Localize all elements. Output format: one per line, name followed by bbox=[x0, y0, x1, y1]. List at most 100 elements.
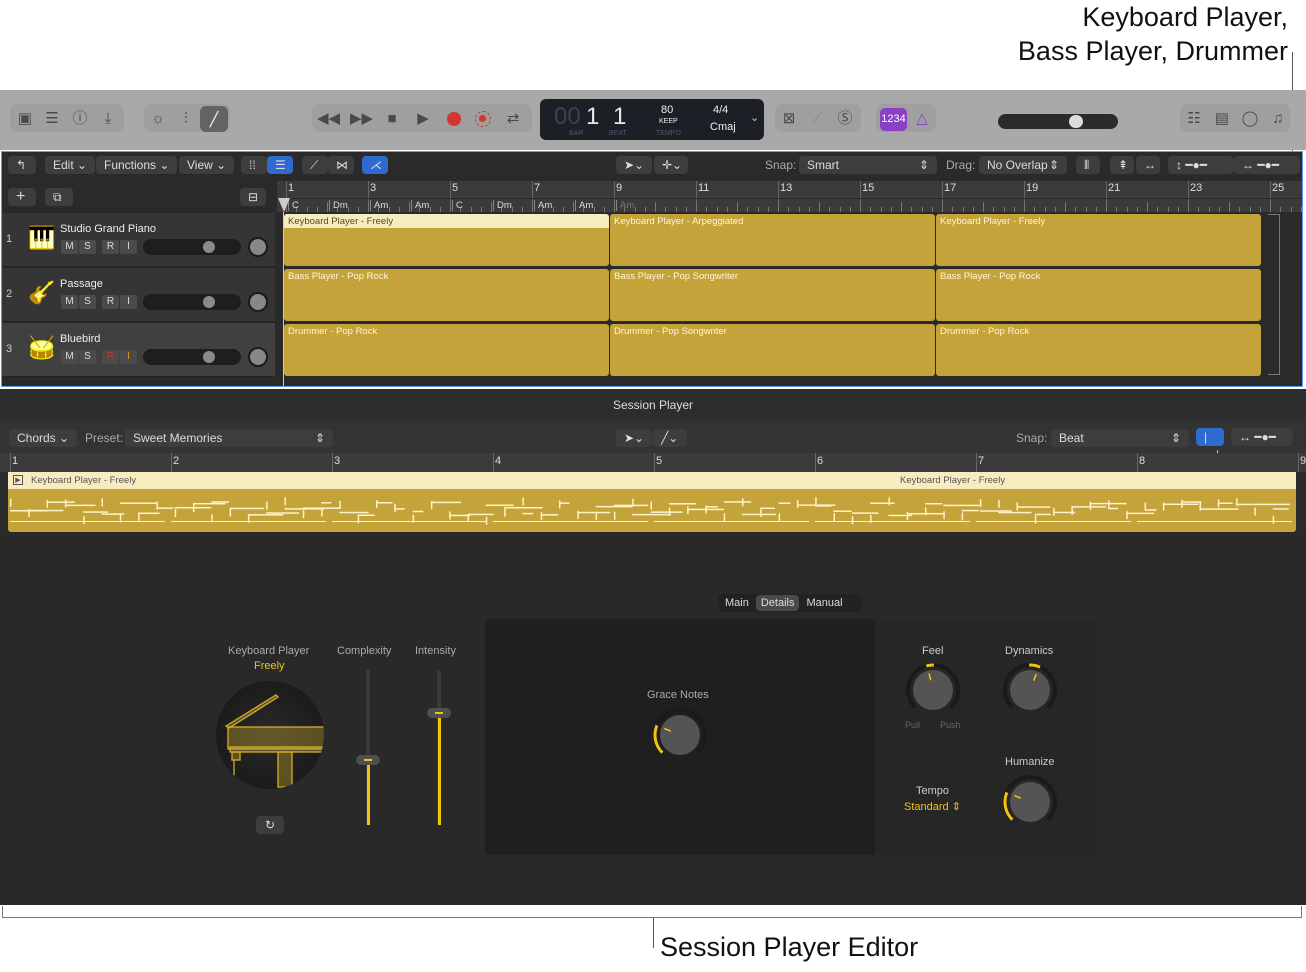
record-icon[interactable] bbox=[447, 112, 461, 126]
solo-button[interactable]: S bbox=[79, 350, 96, 364]
chord-label[interactable]: Am bbox=[616, 200, 634, 211]
count-in-button[interactable]: 1234 bbox=[880, 108, 907, 131]
track-header[interactable]: 3 🥁 Bluebird M S R I bbox=[2, 323, 275, 377]
player-style[interactable]: Freely bbox=[254, 660, 285, 672]
view-menu[interactable]: View ⌄ bbox=[179, 156, 235, 174]
lcd-chevron-down-icon[interactable]: ⌄ bbox=[750, 111, 759, 124]
tempo-select[interactable]: Standard ⇕ bbox=[904, 800, 961, 813]
chord-label[interactable]: Am bbox=[370, 200, 388, 211]
drag-select[interactable]: No Overlap ⇕ bbox=[979, 156, 1067, 174]
track-header[interactable]: 1 🎹 Studio Grand Piano M S R I bbox=[2, 213, 275, 267]
tab-main[interactable]: Main bbox=[720, 595, 754, 611]
region[interactable]: Drummer - Pop Rock bbox=[936, 324, 1261, 376]
mixer-icon[interactable]: ⫶ bbox=[176, 109, 196, 129]
browser-icon[interactable]: ♫ bbox=[1268, 109, 1288, 129]
edit-menu[interactable]: Edit ⌄ bbox=[45, 156, 96, 174]
solo-icon[interactable]: Ⓢ bbox=[835, 109, 855, 129]
mute-button[interactable]: M bbox=[61, 350, 78, 364]
pan-knob[interactable] bbox=[248, 347, 268, 367]
region[interactable]: Bass Player - Pop Rock bbox=[284, 269, 609, 321]
lcd-display[interactable]: 00 1 1 BAR BEAT 80 KEEP TEMPO 4/4 Cmaj ⌄ bbox=[540, 99, 764, 140]
refresh-icon[interactable]: ↻ bbox=[256, 816, 284, 834]
master-volume-slider[interactable] bbox=[998, 114, 1118, 129]
duplicate-track-icon[interactable]: ⧉ bbox=[45, 188, 73, 206]
editor-pencil-tool-icon[interactable]: ╱⌄ bbox=[653, 429, 687, 447]
complexity-slider[interactable] bbox=[354, 670, 382, 828]
editors-pencil-icon[interactable]: ╱ bbox=[200, 106, 228, 132]
vertical-zoom-icon[interactable]: ⇞ bbox=[1110, 156, 1134, 174]
fit-icon[interactable]: ↔ bbox=[1136, 156, 1160, 174]
functions-menu[interactable]: Functions ⌄ bbox=[96, 156, 178, 174]
region[interactable]: Keyboard Player - Arpeggiated bbox=[610, 214, 935, 266]
input-button[interactable]: I bbox=[120, 350, 137, 364]
waveform-zoom-icon[interactable]: ⦀ bbox=[1076, 156, 1100, 174]
record-button[interactable]: R bbox=[102, 350, 119, 364]
editor-zoom-slider[interactable]: ↔ ━●━ bbox=[1231, 428, 1293, 446]
mute-icon[interactable]: ⊠ bbox=[779, 109, 799, 129]
region[interactable]: Keyboard Player - Freely bbox=[936, 214, 1261, 266]
tuner-icon[interactable]: ⟋ bbox=[807, 109, 827, 129]
automation-icon[interactable]: ⟋ bbox=[302, 156, 328, 174]
grid-view-icon[interactable]: ⁞⁞ bbox=[241, 156, 267, 174]
play-icon[interactable]: ▶ bbox=[413, 109, 433, 129]
chord-label[interactable]: C bbox=[288, 200, 299, 211]
list-editors-icon[interactable]: ☷ bbox=[1184, 109, 1204, 129]
preset-select[interactable]: Sweet Memories ⇕ bbox=[125, 429, 333, 447]
intensity-slider[interactable] bbox=[425, 670, 453, 828]
region[interactable]: Keyboard Player - Freely bbox=[284, 214, 609, 266]
track-header[interactable]: 2 🎸 Passage M S R I bbox=[2, 268, 275, 322]
mute-button[interactable]: M bbox=[61, 295, 78, 309]
track-volume-slider[interactable] bbox=[143, 294, 241, 310]
cycle-icon[interactable]: ⇄ bbox=[503, 109, 523, 129]
quick-help-icon[interactable]: ⓘ bbox=[70, 109, 90, 129]
editor-pointer-tool-icon[interactable]: ➤⌄ bbox=[616, 429, 652, 447]
region[interactable]: Bass Player - Pop Songwriter bbox=[610, 269, 935, 321]
replace-record-icon[interactable] bbox=[475, 111, 491, 127]
slider-thumb[interactable] bbox=[427, 708, 451, 719]
vertical-zoom-slider[interactable]: ↕ ━●━ bbox=[1168, 156, 1234, 174]
inspector-icon[interactable]: ☰ bbox=[42, 109, 62, 129]
tab-details[interactable]: Details bbox=[755, 595, 800, 611]
input-button[interactable]: I bbox=[120, 240, 137, 254]
snap-select[interactable]: Smart ⇕ bbox=[799, 156, 937, 174]
smart-controls-icon[interactable]: ☼ bbox=[148, 109, 168, 129]
global-tracks-icon[interactable]: ⊟ bbox=[240, 188, 266, 206]
secondary-tool-icon[interactable]: ✛⌄ bbox=[654, 156, 688, 174]
chord-label[interactable]: C bbox=[452, 200, 463, 211]
stop-icon[interactable]: ■ bbox=[382, 109, 402, 129]
timeline-ruler[interactable]: 1 3 5 7 9 11 13 15 17 19 21 23 25 C Dm Am Am C Dm Am Am Am bbox=[277, 181, 1302, 212]
region-play-icon[interactable]: ▶ bbox=[13, 475, 23, 485]
rewind-icon[interactable]: ◀◀ bbox=[317, 109, 340, 129]
player-avatar[interactable] bbox=[216, 681, 324, 789]
loop-browser-icon[interactable]: ◯ bbox=[1240, 109, 1260, 129]
download-icon[interactable]: ⤓ bbox=[98, 109, 118, 129]
library-icon[interactable]: ▣ bbox=[15, 109, 35, 129]
region[interactable]: Drummer - Pop Songwriter bbox=[610, 324, 935, 376]
tab-manual[interactable]: Manual bbox=[801, 595, 847, 611]
chord-label[interactable]: Am bbox=[534, 200, 552, 211]
metronome-icon[interactable]: △ bbox=[912, 109, 932, 129]
region[interactable]: Drummer - Pop Rock bbox=[284, 324, 609, 376]
editor-snap-select[interactable]: Beat ⇕ bbox=[1051, 429, 1189, 447]
fast-forward-icon[interactable]: ▶▶ bbox=[350, 109, 373, 129]
solo-button[interactable]: S bbox=[79, 295, 96, 309]
solo-button[interactable]: S bbox=[79, 240, 96, 254]
region[interactable]: Bass Player - Pop Rock bbox=[936, 269, 1261, 321]
flex-icon[interactable]: ⋈ bbox=[328, 156, 354, 174]
horizontal-zoom-slider[interactable]: ↔ ━●━ bbox=[1234, 156, 1300, 174]
list-view-icon[interactable]: ☰ bbox=[267, 156, 293, 174]
track-volume-slider[interactable] bbox=[143, 349, 241, 365]
record-button[interactable]: R bbox=[102, 295, 119, 309]
pointer-tool-icon[interactable]: ➤⌄ bbox=[616, 156, 652, 174]
chords-menu[interactable]: Chords ⌄ bbox=[9, 429, 78, 447]
pan-knob[interactable] bbox=[248, 292, 268, 312]
chord-label[interactable]: Dm bbox=[329, 200, 348, 211]
slider-thumb[interactable] bbox=[356, 754, 380, 765]
editor-ruler[interactable]: 1 2 3 4 5 6 7 8 9 bbox=[0, 453, 1306, 472]
chord-label[interactable]: Dm bbox=[493, 200, 512, 211]
editor-fit-icon[interactable]: |↔| bbox=[1196, 428, 1224, 462]
add-track-icon[interactable]: + bbox=[8, 188, 36, 206]
mute-button[interactable]: M bbox=[61, 240, 78, 254]
pan-knob[interactable] bbox=[248, 237, 268, 257]
input-button[interactable]: I bbox=[120, 295, 137, 309]
